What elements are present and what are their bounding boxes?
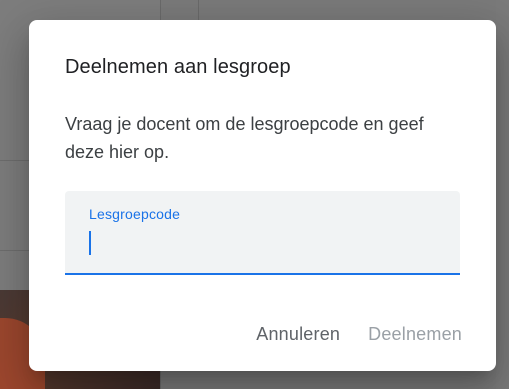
class-code-input[interactable] — [87, 228, 437, 256]
cancel-button[interactable]: Annuleren — [244, 316, 352, 352]
join-button[interactable]: Deelnemen — [356, 316, 474, 352]
dialog-title: Deelnemen aan lesgroep — [65, 56, 291, 78]
class-code-field[interactable]: Lesgroepcode — [65, 191, 460, 275]
join-class-dialog: Deelnemen aan lesgroep Vraag je docent o… — [29, 20, 496, 371]
dialog-actions: Annuleren Deelnemen — [244, 316, 474, 352]
dialog-description: Vraag je docent om de lesgroepcode en ge… — [65, 114, 424, 162]
class-code-label: Lesgroepcode — [89, 206, 181, 222]
background-panel — [496, 0, 509, 389]
